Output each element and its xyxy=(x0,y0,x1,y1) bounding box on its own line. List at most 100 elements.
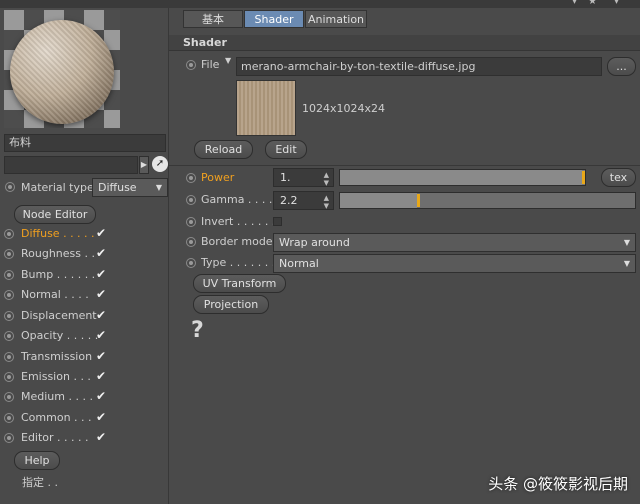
triangle-down-icon[interactable]: ▾ xyxy=(572,0,577,7)
link-field[interactable] xyxy=(4,156,138,174)
channel-radio[interactable] xyxy=(4,249,14,259)
uv-transform-button[interactable]: UV Transform xyxy=(193,274,286,293)
channel-list: Diffuse . . . . . ✔ Roughness . . ✔ Bump… xyxy=(0,224,168,464)
checkmark-icon[interactable]: ✔ xyxy=(96,285,106,303)
slider-handle[interactable] xyxy=(417,194,420,207)
channel-label: Bump . . . . . . xyxy=(21,268,96,281)
texture-info: 1024x1024x24 xyxy=(302,102,386,115)
reload-button[interactable]: Reload xyxy=(194,140,253,159)
help-question-icon[interactable]: ? xyxy=(191,318,204,343)
shader-section-header: Shader xyxy=(169,35,640,51)
checkmark-icon[interactable]: ✔ xyxy=(96,428,106,446)
play-arrow-icon[interactable]: ▶ xyxy=(139,156,149,174)
channel-transmission[interactable]: Transmission ✔ xyxy=(4,348,112,366)
chevron-down-icon: ▼ xyxy=(623,238,630,247)
material-type-dropdown[interactable]: Diffuse ▼ xyxy=(92,178,168,197)
channel-common[interactable]: Common . . . ✔ xyxy=(4,409,112,427)
gamma-value: 2.2 xyxy=(280,194,298,207)
checkmark-icon[interactable]: ✔ xyxy=(96,367,106,385)
spinner-icon[interactable]: ▲ ▼ xyxy=(324,169,329,187)
channel-displacement[interactable]: Displacement ✔ xyxy=(4,307,112,325)
channel-roughness[interactable]: Roughness . . ✔ xyxy=(4,245,112,263)
invert-radio[interactable] xyxy=(186,217,196,227)
material-name-field[interactable]: 布料 xyxy=(4,134,166,152)
file-path-field[interactable]: merano-armchair-by-ton-textile-diffuse.j… xyxy=(236,57,602,76)
invert-checkbox[interactable] xyxy=(273,217,282,226)
checkmark-icon[interactable]: ✔ xyxy=(96,387,106,405)
spinner-icon[interactable]: ▲ ▼ xyxy=(324,192,329,210)
channel-radio[interactable] xyxy=(4,392,14,402)
material-left-panel: 布料 ▶ ➚ Material type Diffuse ▼ Node Edit… xyxy=(0,8,169,504)
channel-radio[interactable] xyxy=(4,413,14,423)
channel-radio[interactable] xyxy=(4,352,14,362)
power-slider[interactable] xyxy=(339,169,586,186)
channel-radio[interactable] xyxy=(4,290,14,300)
material-type-row: Material type Diffuse ▼ xyxy=(4,178,168,197)
projection-button[interactable]: Projection xyxy=(193,295,269,314)
divider xyxy=(169,165,640,166)
checkmark-icon[interactable]: ✔ xyxy=(96,326,106,344)
channel-bump[interactable]: Bump . . . . . . ✔ xyxy=(4,266,112,284)
power-value: 1. xyxy=(280,171,291,184)
channel-radio[interactable] xyxy=(4,372,14,382)
top-strip: ▾ ★ ▾ xyxy=(0,0,640,8)
channel-opacity[interactable]: Opacity . . . . . ✔ xyxy=(4,327,112,345)
channel-radio[interactable] xyxy=(4,270,14,280)
node-editor-button[interactable]: Node Editor xyxy=(14,205,96,224)
channel-medium[interactable]: Medium . . . . ✔ xyxy=(4,388,112,406)
border-mode-radio[interactable] xyxy=(186,237,196,247)
channel-radio[interactable] xyxy=(4,229,14,239)
power-radio[interactable] xyxy=(186,173,196,183)
watermark-text: 头条 @筱筱影视后期 xyxy=(488,475,628,493)
star-icon[interactable]: ★ xyxy=(588,0,597,7)
tab-shader[interactable]: Shader xyxy=(244,10,304,28)
triangle-down-icon[interactable]: ▾ xyxy=(614,0,619,7)
channel-label: Editor . . . . . xyxy=(21,431,89,444)
channel-radio[interactable] xyxy=(4,311,14,321)
assign-label[interactable]: 指定 . . xyxy=(22,474,58,490)
chevron-down-icon: ▼ xyxy=(155,183,162,192)
border-mode-dropdown[interactable]: Wrap around ▼ xyxy=(273,233,636,252)
tab-animation[interactable]: Animation xyxy=(305,10,367,28)
edit-button[interactable]: Edit xyxy=(265,140,307,159)
file-radio[interactable] xyxy=(186,60,196,70)
channel-label: Normal . . . . xyxy=(21,288,89,301)
tex-button[interactable]: tex xyxy=(601,168,636,187)
checkmark-icon[interactable]: ✔ xyxy=(96,265,106,283)
checkmark-icon[interactable]: ✔ xyxy=(96,244,106,262)
channel-radio[interactable] xyxy=(4,331,14,341)
channel-radio[interactable] xyxy=(4,433,14,443)
type-dropdown[interactable]: Normal ▼ xyxy=(273,254,636,273)
triangle-down-icon[interactable]: ▼ xyxy=(225,56,231,65)
channel-editor[interactable]: Editor . . . . . ✔ xyxy=(4,429,112,447)
tab-basic[interactable]: 基本 xyxy=(183,10,243,28)
gamma-slider[interactable] xyxy=(339,192,636,209)
arrow-cursor-icon[interactable]: ➚ xyxy=(152,156,168,172)
checkmark-icon[interactable]: ✔ xyxy=(96,408,106,426)
gamma-input[interactable]: 2.2 ▲ ▼ xyxy=(273,191,334,210)
checkmark-icon[interactable]: ✔ xyxy=(96,347,106,365)
material-preview xyxy=(4,10,120,128)
type-radio[interactable] xyxy=(186,258,196,268)
power-input[interactable]: 1. ▲ ▼ xyxy=(273,168,334,187)
slider-fill xyxy=(340,170,582,185)
channel-diffuse[interactable]: Diffuse . . . . . ✔ xyxy=(4,225,112,243)
checkmark-icon[interactable]: ✔ xyxy=(96,306,106,324)
power-label: Power xyxy=(201,171,235,184)
slider-handle[interactable] xyxy=(582,171,585,184)
gamma-radio[interactable] xyxy=(186,195,196,205)
checkmark-icon[interactable]: ✔ xyxy=(96,224,106,242)
channel-label: Transmission xyxy=(21,350,93,363)
channel-label: Emission . . . xyxy=(21,370,91,383)
texture-thumbnail xyxy=(236,80,296,136)
gamma-label: Gamma . . . . xyxy=(201,193,273,206)
channel-label: Roughness . . xyxy=(21,247,96,260)
channel-emission[interactable]: Emission . . . ✔ xyxy=(4,368,112,386)
invert-label: Invert . . . . . . xyxy=(201,215,276,228)
channel-label: Common . . . xyxy=(21,411,92,424)
browse-button[interactable]: ... xyxy=(607,57,636,76)
channel-normal[interactable]: Normal . . . . ✔ xyxy=(4,286,112,304)
help-button[interactable]: Help xyxy=(14,451,60,470)
material-type-value: Diffuse xyxy=(98,181,137,194)
material-type-radio[interactable] xyxy=(5,182,15,192)
